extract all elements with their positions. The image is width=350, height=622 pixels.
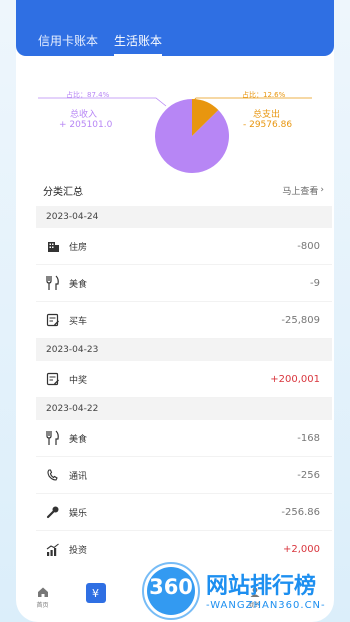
category-name: 住房	[69, 242, 88, 253]
transaction-row[interactable]: 娱乐 -256.86	[36, 494, 332, 531]
transaction-amount: -9	[310, 277, 320, 289]
transaction-amount: -256.86	[281, 506, 320, 518]
income-value: + 205101.0	[59, 120, 113, 130]
transaction-row[interactable]: 中奖 +200,001	[36, 361, 332, 398]
tab-ledger[interactable]: ¥	[69, 583, 122, 603]
transaction-amount: +2,000	[282, 544, 320, 555]
income-ratio: 占比：87.4%	[66, 91, 110, 99]
transaction-amount: +200,001	[270, 373, 320, 385]
chart-icon	[45, 542, 61, 558]
date-header: 2023-04-22	[36, 398, 332, 420]
view-now-label: 马上查看	[282, 186, 319, 197]
tab-home[interactable]: 首页	[16, 586, 69, 609]
watermark-brand: 360	[149, 575, 193, 599]
watermark: 360 网站排行榜 -WANGZHAN360.CN-	[140, 560, 350, 622]
transaction-row[interactable]: 买车 -25,809	[36, 302, 332, 339]
watermark-title: 网站排行榜	[206, 574, 317, 599]
transaction-amount: -800	[297, 240, 320, 252]
category-name: 娱乐	[69, 508, 88, 519]
tab-credit-card-ledger[interactable]: 信用卡账本	[38, 0, 98, 56]
note-icon	[45, 312, 61, 328]
category-name: 中奖	[69, 375, 88, 386]
category-name: 投资	[69, 546, 88, 556]
category-name: 美食	[69, 434, 88, 445]
yuan-icon: ¥	[85, 583, 106, 603]
food-icon	[45, 430, 61, 446]
tab-life-ledger[interactable]: 生活账本	[114, 0, 163, 56]
transaction-list: 2023-04-24 住房 -800 美食 -9 买车 -25,809 2023-04-23 中…	[36, 206, 332, 568]
transaction-row[interactable]: 美食 -9	[36, 265, 332, 302]
category-summary-header: 分类汇总 马上查看 ›	[16, 176, 334, 204]
mic-icon	[45, 504, 61, 520]
view-now-link[interactable]: 马上查看 ›	[282, 184, 324, 197]
category-name: 美食	[69, 279, 88, 290]
note-icon	[45, 371, 61, 387]
category-name: 通讯	[69, 471, 88, 482]
watermark-url: -WANGZHAN360.CN-	[206, 600, 326, 611]
building-icon	[45, 238, 61, 254]
expense-label: 总支出	[253, 110, 281, 120]
transaction-row[interactable]: 通讯 -256	[36, 457, 332, 494]
date-header: 2023-04-24	[36, 206, 332, 228]
pie-chart	[155, 99, 229, 173]
ledger-card: 信用卡账本 生活账本 占比：87.4% 总收入 + 205101.0 占比：12…	[16, 0, 334, 622]
phone-icon	[45, 467, 61, 483]
transaction-row[interactable]: 美食 -168	[36, 420, 332, 457]
chevron-right-icon: ›	[320, 185, 324, 195]
transaction-amount: -168	[297, 432, 320, 444]
ledger-tabs: 信用卡账本 生活账本	[16, 0, 334, 56]
transaction-amount: -256	[297, 469, 320, 481]
category-name: 买车	[69, 316, 88, 327]
transaction-amount: -25,809	[281, 314, 320, 326]
summary-title: 分类汇总	[43, 186, 83, 198]
food-icon	[45, 275, 61, 291]
income-label: 总收入	[70, 110, 98, 120]
home-icon	[37, 587, 48, 597]
tab-home-label: 首页	[36, 602, 49, 609]
expense-ratio: 占比：12.6%	[242, 91, 286, 99]
date-header: 2023-04-23	[36, 339, 332, 361]
transaction-row[interactable]: 住房 -800	[36, 228, 332, 265]
expense-value: - 29576.86	[243, 120, 293, 130]
